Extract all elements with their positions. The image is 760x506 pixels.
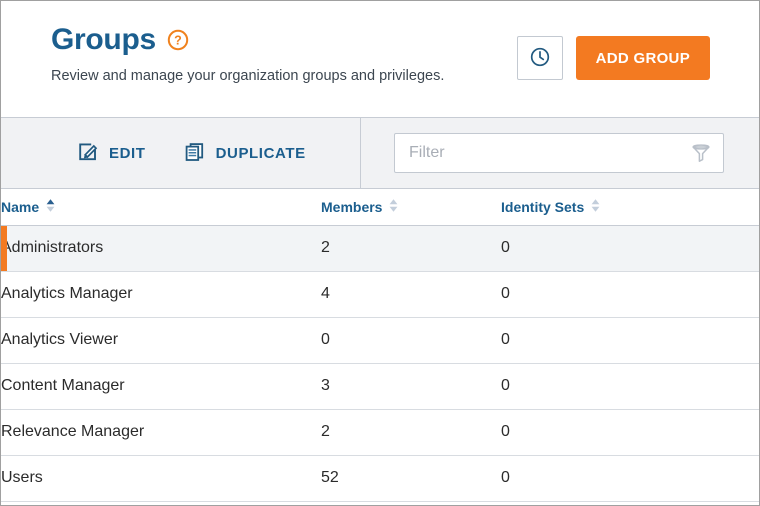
funnel-filter-icon[interactable] [690, 142, 712, 164]
table-toolbar: EDIT DUPLICATE [1, 118, 759, 189]
cell-members: 3 [321, 363, 501, 410]
table-body: Administrators 2 0 Analytics Manager 4 0 Analy… [1, 225, 759, 502]
cell-name: Relevance Manager [1, 409, 321, 456]
cell-identity-sets: 0 [501, 317, 759, 364]
column-header-members[interactable]: Members [321, 189, 501, 226]
cell-identity-sets: 0 [501, 225, 759, 272]
cell-name: Analytics Viewer [1, 317, 321, 364]
sort-arrows-icon [389, 198, 398, 216]
table-row[interactable]: Content Manager 3 0 [1, 363, 759, 410]
table-header: Name Members Identity Sets [1, 189, 759, 226]
cell-identity-sets: 0 [501, 271, 759, 318]
page-header: Groups ? Review and manage your organiza… [1, 1, 759, 118]
svg-text:?: ? [174, 34, 182, 48]
table-row[interactable]: Analytics Viewer 0 0 [1, 317, 759, 364]
cell-members: 4 [321, 271, 501, 318]
duplicate-button[interactable]: DUPLICATE [184, 141, 306, 166]
cell-name: Administrators [1, 225, 321, 272]
toolbar-actions: EDIT DUPLICATE [1, 118, 361, 188]
table-header-row: Name Members Identity Sets [1, 189, 759, 226]
edit-button-label: EDIT [109, 144, 146, 162]
cell-name: Content Manager [1, 363, 321, 410]
sort-arrows-icon [46, 198, 55, 216]
column-header-identity-sets[interactable]: Identity Sets [501, 189, 759, 226]
table-row[interactable]: Users 52 0 [1, 455, 759, 502]
cell-members: 2 [321, 225, 501, 272]
clock-icon [529, 46, 551, 71]
help-circle-icon[interactable]: ? [167, 29, 189, 51]
edit-button[interactable]: EDIT [77, 141, 146, 166]
page-title: Groups [51, 23, 156, 56]
table-row[interactable]: Analytics Manager 4 0 [1, 271, 759, 318]
header-actions: ADD GROUP [516, 36, 710, 80]
toolbar-filter-area [361, 133, 759, 173]
filter-input[interactable] [394, 133, 724, 173]
table-row[interactable]: Administrators 2 0 [1, 225, 759, 272]
edit-pencil-square-icon [77, 141, 98, 166]
cell-identity-sets: 0 [501, 409, 759, 456]
cell-members: 0 [321, 317, 501, 364]
cell-identity-sets: 0 [501, 363, 759, 410]
duplicate-button-label: DUPLICATE [215, 144, 306, 162]
column-header-name-label: Name [1, 198, 40, 215]
copy-documents-icon [184, 141, 205, 166]
cell-members: 52 [321, 455, 501, 502]
filter-wrap [394, 133, 724, 173]
cell-name: Users [1, 455, 321, 502]
groups-page: Groups ? Review and manage your organiza… [0, 0, 760, 506]
cell-identity-sets: 0 [501, 455, 759, 502]
cell-members: 2 [321, 409, 501, 456]
sort-arrows-icon [591, 198, 600, 216]
add-group-button[interactable]: ADD GROUP [575, 36, 710, 80]
column-header-name[interactable]: Name [1, 189, 321, 226]
column-header-members-label: Members [321, 198, 383, 215]
table-row[interactable]: Relevance Manager 2 0 [1, 409, 759, 456]
cell-name: Analytics Manager [1, 271, 321, 318]
column-header-identity-sets-label: Identity Sets [501, 198, 585, 215]
groups-table: Name Members Identity Sets Administrator… [1, 189, 759, 502]
history-button[interactable] [516, 36, 563, 80]
